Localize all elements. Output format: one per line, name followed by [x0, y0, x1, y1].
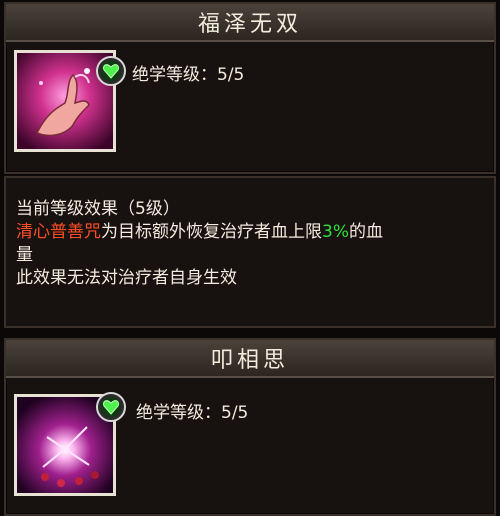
- skill-name-highlight: 清心普善咒: [16, 222, 101, 242]
- effect-line-2: 量: [16, 245, 33, 265]
- level-value: 5/5: [217, 65, 245, 85]
- effect-percent: 3%: [322, 222, 349, 242]
- level-label: 绝学等级：: [132, 65, 217, 85]
- level-value: 5/5: [221, 403, 249, 423]
- skill-title-1: 福泽无双: [6, 4, 494, 42]
- effect-header-prefix: 当前等级效果（: [16, 199, 135, 219]
- green-heart-gem-icon: [96, 56, 126, 86]
- skill-panel-1: 福泽无双 绝学等级：5/5: [4, 2, 496, 174]
- skill-level-2: 绝学等级：5/5: [136, 398, 248, 423]
- effect-line-1-suffix: 的血: [348, 222, 383, 242]
- skill-level-1: 绝学等级：5/5: [132, 60, 244, 85]
- effects-text: 当前等级效果（5级） 清心普善咒为目标额外恢复治疗者血上限3%的血 量 此效果无…: [16, 198, 383, 290]
- skill-title-2: 叩相思: [6, 340, 494, 378]
- effect-line-3: 此效果无法对治疗者自身生效: [16, 268, 237, 288]
- green-heart-gem-icon: [96, 392, 126, 422]
- skill-panel-2: 叩相思 绝学等级：5/5: [4, 338, 496, 516]
- effect-line-1-text: 为目标额外恢复治疗者血上限: [101, 222, 322, 242]
- effect-header: 当前等级效果（5级）: [16, 198, 383, 221]
- effect-line-1: 清心普善咒为目标额外恢复治疗者血上限3%的血: [16, 221, 383, 244]
- effects-panel: 当前等级效果（5级） 清心普善咒为目标额外恢复治疗者血上限3%的血 量 此效果无…: [4, 176, 496, 328]
- effect-header-suffix: ）: [162, 199, 180, 219]
- level-label: 绝学等级：: [136, 403, 221, 423]
- effect-header-level: 5级: [135, 199, 163, 219]
